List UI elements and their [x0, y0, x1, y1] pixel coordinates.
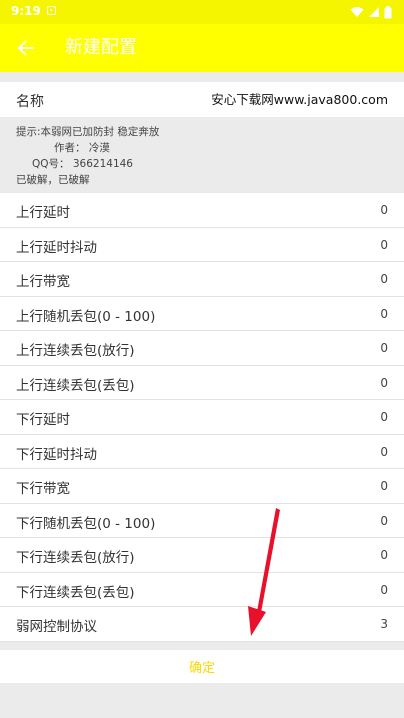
- setting-row[interactable]: 上行连续丢包(丢包) 0: [0, 365, 404, 400]
- setting-label: 上行延时抖动: [16, 239, 97, 256]
- wifi-icon: [350, 7, 364, 17]
- setting-label: 上行带宽: [16, 274, 70, 290]
- setting-row[interactable]: 上行延时 0: [0, 193, 404, 228]
- setting-row[interactable]: 下行连续丢包(放行) 0: [0, 538, 404, 573]
- tip-line: 提示:本弱网已加防封 稳定奔放: [16, 126, 160, 138]
- tip-author: 作者： 冷漠: [54, 142, 110, 154]
- top-spacer: [0, 72, 404, 82]
- settings-list: 上行延时 0 上行延时抖动 0 上行带宽 0 上行随机丢包(0 - 100) 0 上行连…: [0, 193, 404, 642]
- setting-value: 0: [380, 582, 388, 597]
- status-bar: 9:19: [0, 0, 404, 24]
- setting-label: 上行连续丢包(丢包): [16, 377, 135, 394]
- name-row: 名称: [0, 82, 404, 117]
- setting-row[interactable]: 上行带宽 0: [0, 262, 404, 297]
- setting-label: 上行延时: [16, 205, 70, 221]
- setting-row[interactable]: 下行连续丢包(丢包) 0: [0, 572, 404, 607]
- setting-label: 弱网控制协议: [16, 619, 97, 635]
- setting-label: 上行连续丢包(放行): [16, 343, 135, 359]
- setting-value: 3: [380, 617, 388, 631]
- setting-row[interactable]: 下行延时抖动 0: [0, 434, 404, 469]
- tip-qq: QQ号： 366214146: [32, 158, 133, 170]
- setting-value: 0: [380, 272, 388, 286]
- setting-row[interactable]: 下行带宽 0: [0, 469, 404, 504]
- name-label: 名称: [16, 94, 44, 110]
- setting-row[interactable]: 上行连续丢包(放行) 0: [0, 331, 404, 366]
- app-bar: 新建配置: [0, 24, 404, 72]
- confirm-label: 确定: [188, 661, 215, 676]
- tip-cracked: 已破解，已破解: [16, 174, 90, 186]
- setting-value: 0: [380, 375, 388, 390]
- back-arrow-icon[interactable]: [12, 34, 40, 62]
- page-title: 新建配置: [65, 37, 137, 58]
- setting-value: 0: [380, 513, 388, 528]
- setting-value: 0: [380, 444, 388, 459]
- setting-label: 上行随机丢包(0 - 100): [16, 308, 156, 325]
- setting-label: 下行延时抖动: [16, 446, 97, 463]
- status-icons: [350, 4, 392, 20]
- battery-icon: [384, 5, 392, 18]
- name-input[interactable]: [188, 91, 388, 106]
- setting-row[interactable]: 弱网控制协议 3: [0, 607, 404, 642]
- setting-value: 0: [380, 306, 388, 321]
- setting-label: 下行随机丢包(0 - 100): [16, 515, 156, 532]
- setting-row[interactable]: 上行延时抖动 0: [0, 227, 404, 262]
- setting-value: 0: [380, 203, 388, 217]
- confirm-button[interactable]: 确定: [0, 650, 404, 683]
- notification-icon: [47, 6, 56, 15]
- setting-value: 0: [380, 410, 388, 424]
- setting-row[interactable]: 下行延时 0: [0, 400, 404, 435]
- setting-row[interactable]: 下行随机丢包(0 - 100) 0: [0, 503, 404, 538]
- setting-value: 0: [380, 237, 388, 252]
- signal-icon: [369, 7, 379, 17]
- setting-value: 0: [380, 341, 388, 355]
- setting-value: 0: [380, 548, 388, 562]
- setting-label: 下行延时: [16, 412, 70, 428]
- setting-label: 下行连续丢包(丢包): [16, 584, 135, 601]
- tip-section: 提示:本弱网已加防封 稳定奔放 作者： 冷漠 QQ号： 366214146 已破…: [0, 117, 404, 193]
- setting-label: 下行连续丢包(放行): [16, 550, 135, 566]
- setting-row[interactable]: 上行随机丢包(0 - 100) 0: [0, 296, 404, 331]
- setting-value: 0: [380, 479, 388, 493]
- status-time: 9:19: [11, 4, 41, 18]
- setting-label: 下行带宽: [16, 481, 70, 497]
